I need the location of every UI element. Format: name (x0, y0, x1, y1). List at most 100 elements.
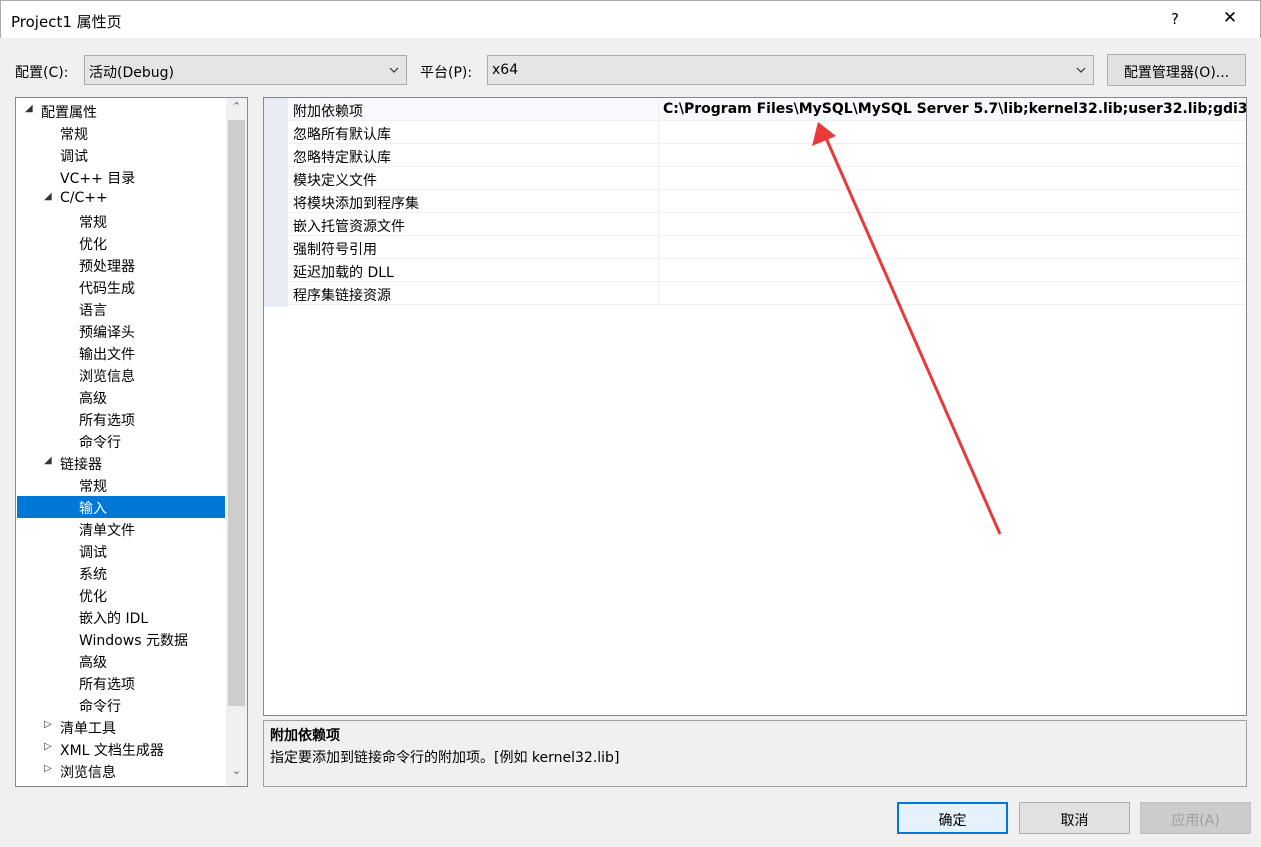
property-name: 附加依赖项 (293, 104, 363, 120)
tree-item[interactable]: 清单文件 (17, 518, 225, 540)
tree-item[interactable]: 优化 (17, 232, 225, 254)
property-value[interactable]: C:\Program Files\MySQL\MySQL Server 5.7\… (663, 101, 1246, 117)
tree-item[interactable]: 系统 (17, 562, 225, 584)
property-row[interactable]: 忽略所有默认库 (288, 121, 1246, 144)
ok-button[interactable]: 确定 (897, 802, 1008, 834)
tree-item[interactable]: 命令行 (17, 430, 225, 452)
platform-select[interactable]: x64 (487, 55, 1094, 85)
property-row[interactable]: 延迟加载的 DLL (288, 259, 1246, 282)
cancel-button[interactable]: 取消 (1019, 802, 1130, 834)
tree-item[interactable]: 预编译头 (17, 320, 225, 342)
description-text: 指定要添加到链接命令行的附加项。[例如 kernel32.lib] (270, 750, 620, 766)
tree-item-label: Windows 元数据 (79, 633, 188, 649)
expanded-triangle-icon[interactable]: ◢ (44, 191, 54, 202)
property-name: 忽略所有默认库 (293, 127, 391, 143)
tree-item[interactable]: VC++ 目录 (17, 166, 225, 188)
expanded-triangle-icon[interactable]: ◢ (44, 455, 54, 466)
property-row[interactable]: 忽略特定默认库 (288, 144, 1246, 167)
tree-item-label: C/C++ (60, 190, 108, 206)
scroll-up-icon[interactable]: ⌃ (226, 100, 247, 120)
tree-item-label: 清单工具 (60, 721, 116, 737)
tree-item[interactable]: 高级 (17, 386, 225, 408)
config-select-value: 活动(Debug) (89, 65, 174, 81)
platform-label: 平台(P): (420, 65, 473, 81)
tree-item-label: 调试 (60, 149, 88, 165)
column-divider (658, 190, 659, 212)
description-panel: 附加依赖项 指定要添加到链接命令行的附加项。[例如 kernel32.lib] (263, 720, 1247, 787)
scroll-thumb[interactable] (228, 120, 245, 706)
apply-button[interactable]: 应用(A) (1140, 802, 1251, 834)
scroll-down-icon[interactable]: ⌄ (226, 764, 247, 784)
tree-item-label: 所有选项 (79, 677, 135, 693)
tree-item[interactable]: 输出文件 (17, 342, 225, 364)
tree-item[interactable]: 输入 (17, 496, 225, 518)
tree-item[interactable]: 浏览信息 (17, 364, 225, 386)
grid-gutter (264, 98, 288, 307)
close-button[interactable]: ✕ (1219, 8, 1241, 28)
chevron-down-icon (389, 67, 399, 73)
property-row[interactable]: 附加依赖项 C:\Program Files\MySQL\MySQL Server… (288, 98, 1246, 121)
tree-item-label: 浏览信息 (79, 369, 135, 385)
tree-item[interactable]: ▷ 清单工具 (17, 716, 225, 738)
column-divider (658, 236, 659, 258)
title-bar: Project1 属性页 ? ✕ (0, 0, 1261, 38)
tree-item-label: 浏览信息 (60, 765, 116, 781)
collapsed-triangle-icon[interactable]: ▷ (44, 763, 54, 774)
tree-item[interactable]: 预处理器 (17, 254, 225, 276)
config-manager-button[interactable]: 配置管理器(O)... (1107, 54, 1246, 86)
tree-item-label: 常规 (79, 479, 107, 495)
tree-item[interactable]: 所有选项 (17, 672, 225, 694)
config-select[interactable]: 活动(Debug) (84, 55, 407, 85)
tree-item-label: 命令行 (79, 699, 121, 715)
property-row[interactable]: 强制符号引用 (288, 236, 1246, 259)
tree-item[interactable]: 语言 (17, 298, 225, 320)
tree-item[interactable]: ◢ 链接器 (17, 452, 225, 474)
tree-item-label: 常规 (79, 215, 107, 231)
tree-scrollbar[interactable]: ⌃ ⌄ (226, 98, 247, 786)
tree-item[interactable]: ◢ 配置属性 (17, 100, 225, 122)
tree-item[interactable]: 嵌入的 IDL (17, 606, 225, 628)
column-divider (658, 282, 659, 304)
property-name: 模块定义文件 (293, 173, 377, 189)
property-row[interactable]: 程序集链接资源 (288, 282, 1246, 305)
expanded-triangle-icon[interactable]: ◢ (25, 103, 35, 114)
tree-item[interactable]: 代码生成 (17, 276, 225, 298)
property-row[interactable]: 嵌入托管资源文件 (288, 213, 1246, 236)
tree-item-label: 清单文件 (79, 523, 135, 539)
config-label: 配置(C): (15, 65, 69, 81)
tree-item-label: 输入 (79, 501, 107, 517)
column-divider (658, 167, 659, 189)
tree-item[interactable]: 优化 (17, 584, 225, 606)
tree-item-label: 语言 (79, 303, 107, 319)
window-title: Project1 属性页 (11, 13, 122, 31)
column-divider (658, 144, 659, 166)
column-divider (658, 259, 659, 281)
tree-item[interactable]: Windows 元数据 (17, 628, 225, 650)
tree-item-label: 调试 (79, 545, 107, 561)
tree-item-label: 配置属性 (41, 105, 97, 121)
tree-item[interactable]: 高级 (17, 650, 225, 672)
config-manager-label: 配置管理器(O)... (1123, 65, 1230, 81)
tree-item[interactable]: 常规 (17, 210, 225, 232)
tree-item-label: 链接器 (60, 457, 102, 473)
property-row[interactable]: 模块定义文件 (288, 167, 1246, 190)
tree-item[interactable]: ▷ XML 文档生成器 (17, 738, 225, 760)
help-button[interactable]: ? (1167, 10, 1183, 28)
platform-select-value: x64 (492, 62, 519, 78)
tree-item[interactable]: ◢ C/C++ (17, 188, 225, 210)
tree-item[interactable]: ▷ 浏览信息 (17, 760, 225, 782)
collapsed-triangle-icon[interactable]: ▷ (44, 741, 54, 752)
tree-item[interactable]: 调试 (17, 144, 225, 166)
property-row[interactable]: 将模块添加到程序集 (288, 190, 1246, 213)
property-name: 嵌入托管资源文件 (293, 219, 405, 235)
column-divider (658, 213, 659, 235)
property-tree: ⌃ ⌄ ◢ 配置属性 常规 调试 VC++ 目录 ◢ C/C++ 常规 优化 预处理器 代码生成 语言… (15, 97, 248, 787)
tree-item-label: 高级 (79, 391, 107, 407)
tree-item[interactable]: 常规 (17, 474, 225, 496)
tree-item-label: 预处理器 (79, 259, 135, 275)
tree-item[interactable]: 调试 (17, 540, 225, 562)
collapsed-triangle-icon[interactable]: ▷ (44, 719, 54, 730)
tree-item[interactable]: 所有选项 (17, 408, 225, 430)
tree-item[interactable]: 常规 (17, 122, 225, 144)
tree-item[interactable]: 命令行 (17, 694, 225, 716)
